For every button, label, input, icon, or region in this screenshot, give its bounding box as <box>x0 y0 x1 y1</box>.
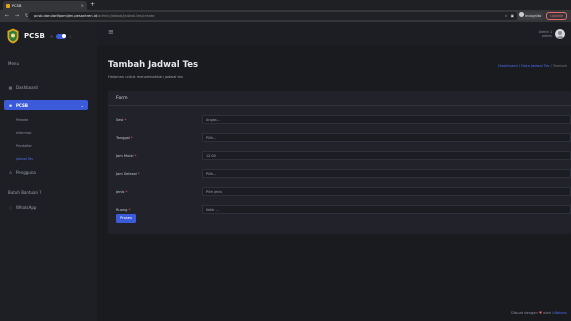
browser-tab-bar: PCSB × + <box>0 0 571 10</box>
sun-icon: ☼ <box>49 33 54 39</box>
breadcrumb-data-jadwal-tes[interactable]: Data Jadwal Tes <box>521 64 549 68</box>
sidebar-item-pengguna[interactable]: ♙ Pengguna <box>8 170 36 175</box>
chevron-down-icon: ⌄ <box>80 102 84 108</box>
form-row-jam-mulai: Jam Mulai * 12:00 <box>116 151 571 160</box>
sidebar-item-dashboard[interactable]: ▦ Dashboard <box>8 85 38 90</box>
form-row-ruang: Ruang * Ketik ... <box>116 205 571 214</box>
sidebar-item-whatsapp[interactable]: ◌ WhatsApp <box>8 205 37 210</box>
app-root: PCSB × + ← → ↻ pcsb.darularifpamijen.pes… <box>0 0 571 321</box>
user-info: Admin 1 admin <box>539 30 552 38</box>
menu-toggle-icon[interactable]: ≡ <box>108 28 114 36</box>
address-bar[interactable]: pcsb.darularifpamijen.pesantren.id/admin… <box>28 12 518 20</box>
sidebar-item-label: Dashboard <box>16 85 38 90</box>
favicon-icon <box>6 3 10 8</box>
breadcrumb-dashboard[interactable]: Dashboard <box>498 64 518 68</box>
sidebar-item-label: WhatsApp <box>16 205 37 210</box>
update-button[interactable]: Update <box>546 12 567 20</box>
proses-button[interactable]: Proses <box>116 214 136 223</box>
star-icon[interactable]: ☆ <box>504 14 507 18</box>
browser-actions: ☆ ▣ Incognito Update <box>504 12 567 20</box>
back-icon[interactable]: ← <box>4 10 10 22</box>
page-subtitle: Halaman untuk menambahkan jadwal tes <box>108 75 184 79</box>
heart-icon: ♥ <box>538 311 543 315</box>
theme-switcher: ☼ ☾ <box>49 33 73 39</box>
tab-title: PCSB <box>12 3 22 8</box>
url-host: pcsb.darularifpamijen.pesantren.id <box>34 14 97 18</box>
submenu-item-jadwal-tes[interactable]: Jadwal Tes <box>16 157 33 161</box>
user-menu[interactable]: Admin 1 admin <box>539 29 565 39</box>
field-label: Jenis * <box>116 189 128 194</box>
field-label: Tanggal * <box>116 135 133 140</box>
jenis-select[interactable]: Pilih jenis <box>202 187 571 196</box>
breadcrumb: Dashboard / Data Jadwal Tes / Tambah <box>498 64 567 68</box>
theme-toggle[interactable] <box>56 33 67 39</box>
logo-icon <box>7 28 19 44</box>
submenu-item-periode[interactable]: Periode <box>16 118 28 122</box>
form-row-jam-selesai: Jam Selesai * Pilih... <box>116 169 571 178</box>
sesi-input[interactable]: Angka... <box>202 115 571 124</box>
field-label: Jam Mulai * <box>116 153 137 158</box>
submenu-item-informasi[interactable]: Informasi <box>16 131 31 135</box>
form-row-tanggal: Tanggal * Pilih... <box>116 133 571 142</box>
page-title: Tambah Jadwal Tes <box>108 60 199 70</box>
sidebar-help-heading: Butuh Bantuan ? <box>8 190 41 195</box>
browser-toolbar: ← → ↻ pcsb.darularifpamijen.pesantren.id… <box>0 10 571 22</box>
tab-close-icon[interactable]: × <box>81 3 84 8</box>
form-row-sesi: Sesi * Angka... <box>116 115 571 124</box>
tanggal-input[interactable]: Pilih... <box>202 133 571 142</box>
new-tab-button[interactable]: + <box>90 1 95 9</box>
grid-icon: ▦ <box>8 85 13 90</box>
jam-mulai-input[interactable]: 12:00 <box>202 151 571 160</box>
breadcrumb-current: Tambah <box>552 64 567 68</box>
form-row-jenis: Jenis * Pilih jenis <box>116 187 571 196</box>
form-card: Form Sesi * Angka... Tanggal * Pilih... … <box>108 91 571 234</box>
field-label: Sesi * <box>116 117 127 122</box>
url-path: /admin/jadwal/jadwal-tes/create <box>96 14 155 18</box>
brand-name: PCSB <box>24 32 45 40</box>
incognito-label: Incognito <box>525 14 542 18</box>
sidebar-item-label: PCSB <box>16 102 28 108</box>
incognito-badge[interactable]: Incognito <box>516 12 544 20</box>
submenu-item-pendaftar[interactable]: Pendaftar <box>16 144 32 148</box>
sidebar-item-pcsb[interactable]: ⊕ PCSB ⌄ <box>4 100 88 110</box>
forward-icon[interactable]: → <box>14 10 20 22</box>
whatsapp-icon: ◌ <box>8 205 13 210</box>
layers-icon: ⊕ <box>8 102 13 108</box>
top-header <box>97 22 571 46</box>
browser-tab[interactable]: PCSB × <box>3 1 87 10</box>
author-link[interactable]: Ulfabian <box>552 311 567 315</box>
avatar[interactable] <box>555 29 565 39</box>
incognito-icon <box>518 12 524 17</box>
sidepanel-icon[interactable]: ▣ <box>511 14 514 18</box>
form-card-header: Form <box>108 91 571 106</box>
user-role: admin <box>542 34 552 38</box>
user-icon: ♙ <box>8 170 13 175</box>
sidebar-item-label: Pengguna <box>16 170 36 175</box>
footer-credit: Dibuat dengan ♥ oleh Ulfabian <box>511 311 567 315</box>
jam-selesai-input[interactable]: Pilih... <box>202 169 571 178</box>
ruang-input[interactable]: Ketik ... <box>202 205 571 214</box>
field-label: Jam Selesai * <box>116 171 140 176</box>
sidebar-item-label: Butuh Bantuan ? <box>8 190 42 195</box>
field-label: Ruang * <box>116 207 131 212</box>
moon-icon: ☾ <box>69 33 73 39</box>
menu-section-label: Menu <box>8 61 19 66</box>
sidebar-brand: PCSB ☼ ☾ <box>6 28 73 44</box>
